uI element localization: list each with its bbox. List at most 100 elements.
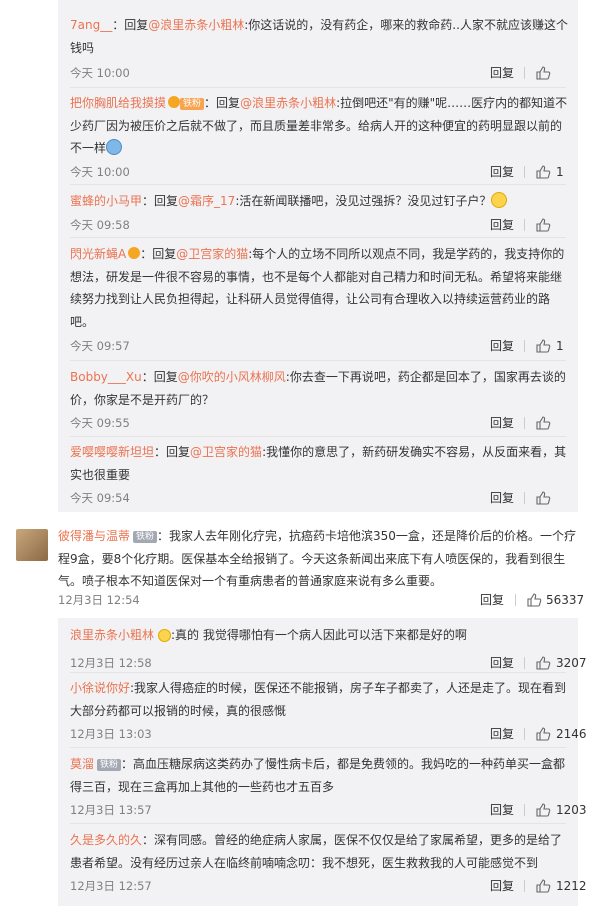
reply-item: 閃光新蝇A ：回复@卫宫家的猫:每个人的立场不同所以观点不同，我是学药的，我支持你…	[70, 243, 570, 353]
mention-link[interactable]: @卫宫家的猫	[190, 445, 262, 459]
mention-link[interactable]: @浪里赤条小粗林	[240, 96, 336, 110]
reply-item: 久是多久的久：深有同感。曾经的绝症病人家属，医保不仅仅是给了家属希望，更多的是给…	[70, 829, 587, 893]
reply-panel-2: 浪里赤条小粗林 :真的 我觉得哪怕有一个病人因此可以活下来都是好的啊 12月3日 …	[58, 618, 587, 906]
like-count: 2146	[556, 727, 587, 741]
reply-time: 今天 09:54	[70, 491, 130, 505]
divider	[524, 880, 525, 892]
thumbs-up-icon[interactable]	[535, 415, 551, 431]
reply-username[interactable]: 閃光新蝇A	[70, 247, 126, 261]
thumbs-up-icon[interactable]	[535, 65, 551, 81]
thumbs-up-icon[interactable]	[535, 802, 551, 818]
iron-fan-badge: 铁粉	[97, 759, 122, 771]
reply-time: 12月3日 12:57	[70, 879, 152, 893]
divider	[70, 184, 566, 185]
reply-item: 浪里赤条小粗林 :真的 我觉得哪怕有一个病人因此可以活下来都是好的啊 12月3日 …	[70, 624, 587, 670]
reply-button[interactable]: 回复	[490, 801, 514, 819]
reply-text: 久是多久的久：深有同感。曾经的绝症病人家属，医保不仅仅是给了家属希望，更多的是给…	[70, 829, 570, 874]
reply-text: 莫溜 铁粉 ：高血压糖尿病这类药办了慢性病卡后，都是免费领的。我妈吃的一种药单买一盒…	[70, 753, 570, 798]
reply-button[interactable]: 回复	[490, 654, 514, 672]
divider	[524, 219, 525, 231]
reply-text: 把你胸肌给我摸摸 铁粉 ：回复@浪里赤条小粗林:拉倒吧还"有的赚"呢……医疗内的都知…	[70, 96, 568, 155]
reply-time: 今天 09:57	[70, 339, 130, 353]
comment-meta: 12月3日 12:54 回复 56337	[58, 591, 584, 609]
like-count: 3207	[556, 656, 587, 670]
reply-content: ：深有同感。曾经的绝症病人家属，医保不仅仅是给了家属希望，更多的是给了患者希望。…	[70, 833, 563, 870]
like-count: 1203	[556, 803, 587, 817]
reply-username[interactable]: 7ang__	[70, 18, 112, 32]
divider	[524, 657, 525, 669]
reply-username[interactable]: Bobby___Xu	[70, 370, 142, 384]
reply-content: :你去查一下再说吧，药企都是回本了，国家再去谈的价，你家是不是开药厂的？	[70, 370, 566, 407]
mention-link[interactable]: @你吹的小风林柳风	[178, 370, 286, 384]
reply-button[interactable]: 回复	[490, 489, 514, 507]
reply-meta: 今天 09:58 回复	[70, 216, 570, 234]
thumbs-up-icon[interactable]	[535, 164, 551, 180]
reply-text: 浪里赤条小粗林 :真的 我觉得哪怕有一个病人因此可以活下来都是好的啊	[70, 624, 570, 647]
comment-body: 彼得潘与温蒂 铁粉 ：我家人去年刚化疗完，抗癌药卡培他滨350一盒，还是降价后的价格…	[58, 525, 584, 607]
mention-link[interactable]: @霜序_17	[178, 194, 235, 208]
divider	[524, 492, 525, 504]
divider	[524, 340, 525, 352]
reply-content: :活在新闻联播吧，没见过强拆？没见过钉子户？	[235, 194, 492, 208]
like-count: 1	[556, 339, 564, 353]
reply-meta: 今天 10:00 回复	[70, 64, 570, 82]
emoji-icon	[491, 192, 508, 208]
reply-item: 爱嘤嘤嘤新坦坦：回复@卫宫家的猫:我懂你的意思了，新药研发确实不容易，从反面来看…	[70, 441, 570, 505]
reply-button[interactable]: 回复	[490, 216, 514, 234]
reply-text: 蜜蜂的小马甲：回复@霜序_17:活在新闻联播吧，没见过强拆？没见过钉子户？	[70, 190, 570, 213]
divider	[70, 672, 566, 673]
reply-item: 小徐说你好:我家人得癌症的时候，医保还不能报销，房子车子都卖了，人还是走了。现在…	[70, 677, 587, 741]
avatar[interactable]	[16, 529, 48, 561]
divider	[524, 417, 525, 429]
reply-time: 12月3日 13:03	[70, 727, 152, 741]
reply-meta: 今天 10:00 回复 1	[70, 163, 570, 181]
reply-button[interactable]: 回复	[490, 163, 514, 181]
reply-item: 7ang__：回复@浪里赤条小粗林:你这话说的，没有药企，哪来的救命药..人家不…	[70, 14, 570, 80]
reply-button[interactable]: 回复	[490, 877, 514, 895]
reply-time: 今天 09:55	[70, 416, 130, 430]
reply-username[interactable]: 浪里赤条小粗林	[70, 628, 154, 642]
thumbs-up-icon[interactable]	[535, 338, 551, 354]
divider	[524, 67, 525, 79]
emoji-icon	[106, 139, 123, 155]
mention-link[interactable]: @浪里赤条小粗林	[148, 18, 244, 32]
reply-username[interactable]: 爱嘤嘤嘤新坦坦	[70, 445, 154, 459]
reply-username[interactable]: 把你胸肌给我摸摸	[70, 96, 166, 110]
thumbs-up-icon[interactable]	[535, 655, 551, 671]
reply-username[interactable]: 小徐说你好	[70, 681, 130, 695]
reply-meta: 12月3日 13:03 回复 2146	[70, 725, 587, 743]
divider	[70, 237, 566, 238]
reply-button[interactable]: 回复	[490, 64, 514, 82]
reply-text: 小徐说你好:我家人得癌症的时候，医保还不能报销，房子车子都卖了，人还是走了。现在…	[70, 677, 570, 722]
reply-meta: 12月3日 12:58 回复 3207	[70, 654, 587, 672]
reply-item: 莫溜 铁粉 ：高血压糖尿病这类药办了慢性病卡后，都是免费领的。我妈吃的一种药单买一盒…	[70, 753, 587, 817]
reply-time: 12月3日 13:57	[70, 803, 152, 817]
divider	[524, 728, 525, 740]
reply-username[interactable]: 蜜蜂的小马甲	[70, 194, 142, 208]
thumbs-up-icon[interactable]	[535, 217, 551, 233]
comment-username[interactable]: 彼得潘与温蒂	[58, 529, 130, 543]
divider	[70, 436, 566, 437]
like-count: 56337	[546, 593, 585, 607]
thumbs-up-icon[interactable]	[535, 490, 551, 506]
reply-text: 爱嘤嘤嘤新坦坦：回复@卫宫家的猫:我懂你的意思了，新药研发确实不容易，从反面来看…	[70, 445, 567, 482]
medal-icon	[128, 247, 141, 259]
reply-button[interactable]: 回复	[490, 337, 514, 355]
divider	[70, 823, 566, 824]
reply-meta: 今天 09:57 回复 1	[70, 337, 570, 355]
reply-button[interactable]: 回复	[490, 725, 514, 743]
reply-button[interactable]: 回复	[490, 414, 514, 432]
reply-username[interactable]: 久是多久的久	[70, 833, 142, 847]
thumbs-up-icon[interactable]	[535, 878, 551, 894]
reply-time: 今天 09:58	[70, 218, 130, 232]
reply-content: :真的 我觉得哪怕有一个病人因此可以活下来都是好的啊	[171, 628, 467, 642]
reply-time: 12月3日 12:58	[70, 656, 152, 670]
thumbs-up-icon[interactable]	[535, 726, 551, 742]
divider	[524, 804, 525, 816]
reply-text: 閃光新蝇A ：回复@卫宫家的猫:每个人的立场不同所以观点不同，我是学药的，我支持你…	[70, 247, 565, 329]
reply-username[interactable]: 莫溜	[70, 757, 94, 771]
reply-button[interactable]: 回复	[480, 591, 504, 609]
reply-text: Bobby___Xu：回复@你吹的小风林柳风:你去查一下再说吧，药企都是回本了，…	[70, 370, 566, 407]
mention-link[interactable]: @卫宫家的猫	[176, 247, 248, 261]
thumbs-up-icon[interactable]	[526, 592, 542, 608]
